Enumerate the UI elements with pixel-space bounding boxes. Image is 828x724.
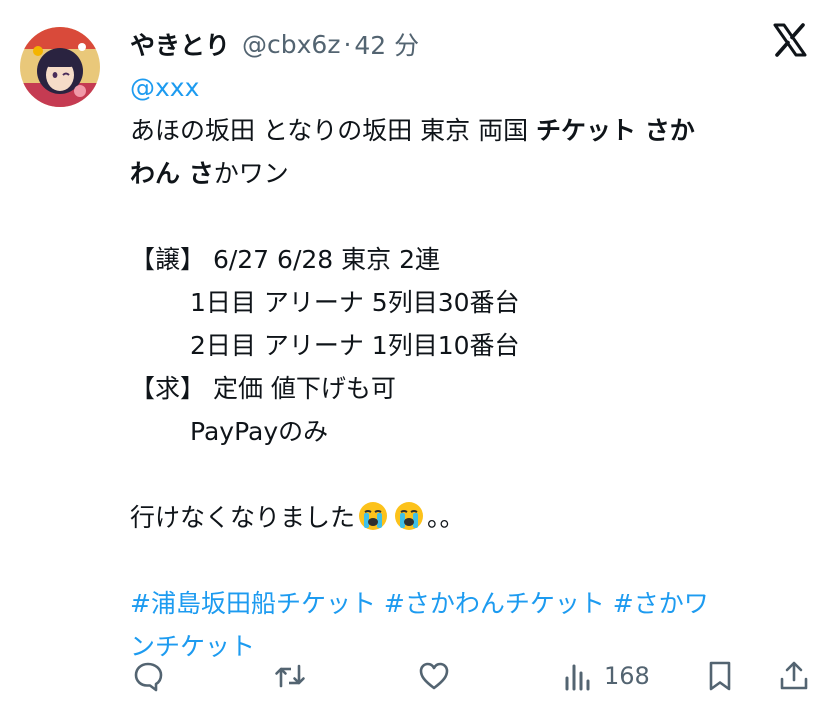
highlighted-text: チケット さか bbox=[536, 116, 695, 145]
want-line: 【求】 定価 値下げも可 bbox=[130, 374, 396, 403]
closing-line: 行けなくなりました 。。 bbox=[130, 496, 810, 539]
offer-line: 【譲】 6/27 6/28 東京 2連 bbox=[130, 245, 440, 274]
text-segment: あほの坂田 となりの坂田 東京 両国 bbox=[130, 116, 537, 145]
x-logo-icon bbox=[772, 22, 808, 58]
tweet-text-line: わん さかワン bbox=[130, 152, 810, 195]
views-button[interactable]: 168 bbox=[562, 652, 650, 700]
hashtag-line[interactable]: #浦島坂田船チケット #さかわんチケット #さかワ bbox=[130, 582, 810, 625]
heart-icon bbox=[419, 662, 449, 690]
share-button[interactable] bbox=[778, 652, 810, 700]
user-handle[interactable]: @cbx6z bbox=[242, 30, 340, 59]
text-segment: かワン bbox=[213, 159, 289, 188]
retweet-button[interactable] bbox=[274, 652, 306, 700]
highlighted-text: わん さ bbox=[130, 159, 214, 188]
mention-link[interactable]: @xxx bbox=[130, 73, 199, 102]
timestamp[interactable]: 42 分 bbox=[354, 26, 419, 62]
closing-text: 行けなくなりました bbox=[130, 503, 356, 532]
bookmark-icon bbox=[709, 661, 731, 691]
tweet-header: やきとり @cbx6z · 42 分 bbox=[130, 22, 419, 66]
views-count: 168 bbox=[604, 662, 650, 690]
bookmark-button[interactable] bbox=[704, 652, 736, 700]
reply-icon bbox=[134, 662, 163, 692]
retweet-icon bbox=[275, 664, 305, 688]
loudly-crying-face-icon bbox=[357, 500, 389, 545]
like-button[interactable] bbox=[418, 652, 450, 700]
day1-line: 1日目 アリーナ 5列目30番台 bbox=[190, 288, 520, 317]
reply-button[interactable] bbox=[132, 652, 164, 700]
action-bar: 168 bbox=[0, 652, 828, 700]
tweet-text-line: あほの坂田 となりの坂田 東京 両国 チケット さか bbox=[130, 109, 810, 152]
share-icon bbox=[780, 661, 808, 690]
loudly-crying-face-icon bbox=[393, 500, 425, 545]
payment-line: PayPayのみ bbox=[190, 417, 329, 446]
separator-dot: · bbox=[343, 29, 352, 59]
closing-punctuation: 。。 bbox=[427, 503, 465, 532]
views-icon bbox=[565, 664, 590, 691]
day2-line: 2日目 アリーナ 1列目10番台 bbox=[190, 331, 520, 360]
tweet-body: @xxx あほの坂田 となりの坂田 東京 両国 チケット さか わん さかワン … bbox=[130, 66, 810, 668]
display-name[interactable]: やきとり bbox=[130, 26, 230, 62]
avatar[interactable] bbox=[20, 27, 100, 107]
